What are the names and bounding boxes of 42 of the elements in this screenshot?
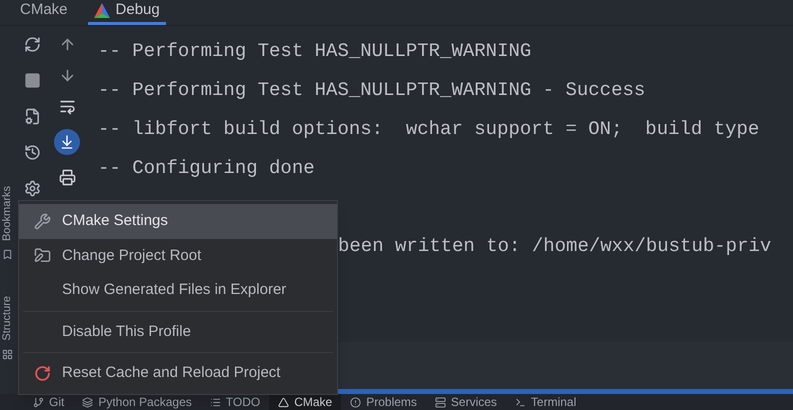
bottom-tab[interactable]: Problems: [341, 394, 426, 410]
menu-item[interactable]: Change Project Root: [19, 238, 337, 274]
wrench-icon: [34, 212, 51, 230]
refresh-icon: [34, 365, 51, 382]
tool-tab[interactable]: Debug: [88, 0, 166, 25]
terminal-icon: [514, 396, 526, 408]
bottom-tab[interactable]: Services: [426, 394, 506, 410]
bottom-tab[interactable]: Python Packages: [73, 394, 201, 410]
menu-item[interactable]: Reset Cache and Reload Project: [19, 356, 337, 392]
triangle-logo-icon: [94, 3, 110, 18]
refresh-icon[interactable]: [24, 36, 40, 53]
layers-icon: [82, 396, 94, 408]
scroll-down-icon: [59, 134, 75, 150]
wrap-icon[interactable]: [58, 98, 76, 115]
menu-item[interactable]: Show Generated Files in Explorer: [19, 273, 337, 308]
console-line: -- Performing Test HAS_NULLPTR_WARNING - Success: [98, 79, 646, 102]
console-line: been written to: /home/wxx/bustub-priv: [338, 235, 772, 257]
console-line: -- Configuring done: [98, 157, 315, 180]
server-icon: [434, 396, 446, 408]
side-tab[interactable]: Bookmarks: [0, 186, 16, 242]
alert-icon: [350, 396, 362, 408]
menu-item[interactable]: Disable This Profile: [19, 314, 337, 350]
grid-icon: [2, 348, 12, 360]
print-icon[interactable]: [58, 169, 76, 186]
settings-icon[interactable]: [24, 180, 40, 197]
bookmark-icon: [2, 249, 12, 260]
tool-tab[interactable]: CMake: [14, 0, 74, 25]
folder-pencil-icon: [34, 247, 51, 264]
clock-icon[interactable]: [24, 144, 40, 161]
bottom-tab[interactable]: TODO: [200, 394, 270, 410]
menu-item[interactable]: CMake Settings: [19, 204, 337, 239]
console-line: -- Performing Test HAS_NULLPTR_WARNING: [98, 40, 532, 63]
stop-icon[interactable]: [24, 72, 40, 89]
bottom-tab[interactable]: Git: [24, 394, 74, 410]
scroll-to-end-button[interactable]: [54, 129, 80, 155]
triangle-icon: [278, 396, 290, 408]
branch-icon: [33, 396, 44, 408]
side-tab[interactable]: Structure: [0, 296, 16, 341]
bottom-tab[interactable]: Terminal: [506, 394, 586, 410]
console-line: -- libfort build options: wchar support = ON; build type: [98, 118, 760, 141]
file-gear-icon[interactable]: [24, 108, 40, 125]
bottom-tab[interactable]: CMake: [269, 394, 342, 410]
